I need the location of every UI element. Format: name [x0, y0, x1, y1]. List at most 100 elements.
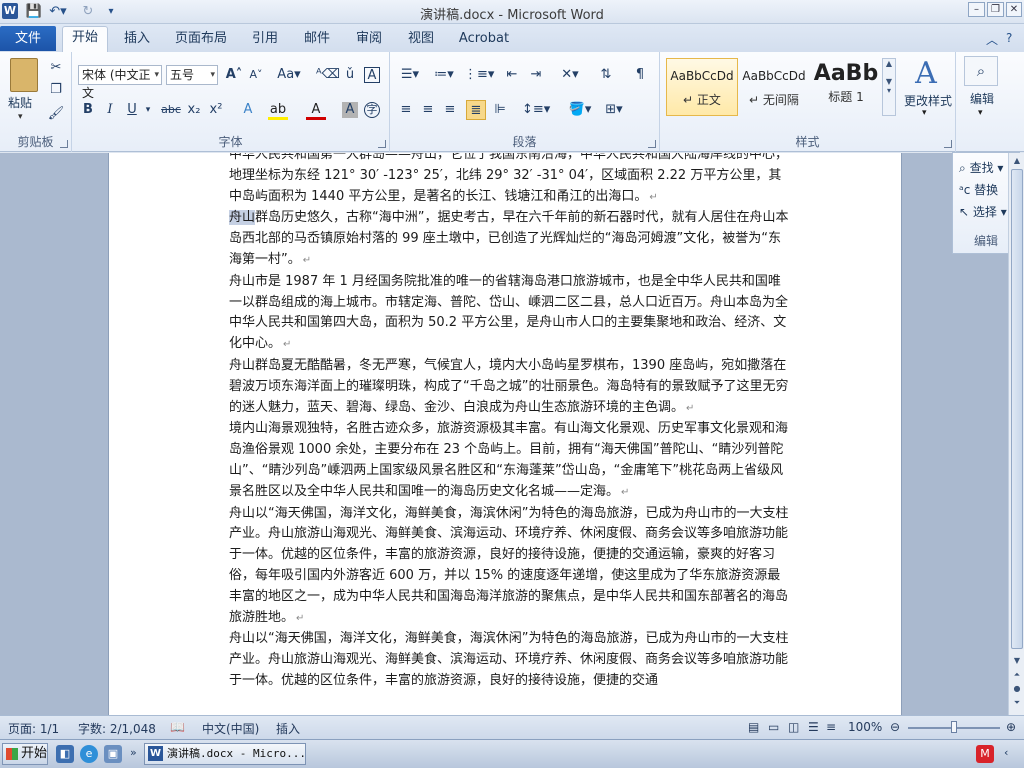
- tab-references[interactable]: 引用: [244, 28, 286, 52]
- shading-icon[interactable]: 🪣▾: [566, 100, 594, 120]
- font-launcher-icon[interactable]: [378, 140, 386, 148]
- increase-indent-icon[interactable]: ⇥: [526, 65, 546, 85]
- tab-insert[interactable]: 插入: [116, 28, 158, 52]
- doc-paragraph-2[interactable]: 舟山群岛历史悠久，古称“海中洲”，据史考古，早在六千年前的新石器时代，就有人居住…: [229, 208, 789, 271]
- zoom-in-icon[interactable]: ⊕: [1006, 720, 1016, 734]
- character-border-icon[interactable]: A: [364, 67, 380, 83]
- editing-dropdown-icon[interactable]: ▾: [978, 108, 983, 118]
- text-effects-icon[interactable]: A: [238, 100, 258, 120]
- page-count[interactable]: 页面: 1/1: [8, 720, 59, 737]
- bullets-icon[interactable]: ☰▾: [396, 65, 424, 85]
- draft-view-icon[interactable]: ≡: [826, 720, 836, 734]
- align-center-icon[interactable]: ≡: [418, 100, 438, 120]
- align-left-icon[interactable]: ≡: [396, 100, 416, 120]
- show-desktop-icon[interactable]: ◧: [56, 745, 74, 763]
- minimize-button[interactable]: –: [968, 2, 985, 17]
- zoom-slider-knob[interactable]: [951, 721, 957, 733]
- change-case-icon[interactable]: Aa▾: [276, 65, 302, 85]
- distributed-icon[interactable]: ⊫: [490, 100, 510, 120]
- shrink-font-icon[interactable]: A˅: [246, 65, 266, 85]
- editing-button[interactable]: 编辑: [960, 90, 1004, 107]
- help-icon[interactable]: ?: [1006, 31, 1012, 45]
- bold-icon[interactable]: B: [78, 100, 98, 120]
- language-indicator[interactable]: 中文(中国): [202, 720, 259, 737]
- cut-icon[interactable]: ✂: [46, 58, 66, 78]
- doc-paragraph-5[interactable]: 境内山海景观独特，名胜古迹众多，旅游资源极其丰富。有山海文化景观、历史军事文化景…: [229, 419, 789, 503]
- font-size-dropdown[interactable]: 五号 ▾: [166, 65, 218, 85]
- highlight-color-icon[interactable]: ab: [268, 100, 288, 120]
- font-color-icon[interactable]: A: [306, 100, 326, 120]
- restore-button[interactable]: ❐: [987, 2, 1004, 17]
- superscript-icon[interactable]: x²: [206, 100, 226, 120]
- doc-paragraph-1[interactable]: 中华人民共和国第一大群岛——舟山，它位于我国东南沿海，中华人民共和国大陆海岸线的…: [229, 153, 789, 208]
- word-count[interactable]: 字数: 2/1,048: [78, 720, 156, 737]
- print-layout-view-icon[interactable]: ▤: [748, 720, 759, 734]
- binoculars-icon[interactable]: ⌕: [964, 56, 998, 86]
- tab-acrobat[interactable]: Acrobat: [452, 28, 516, 52]
- phonetic-guide-icon[interactable]: ǔ: [340, 65, 360, 85]
- format-painter-icon[interactable]: 🖌: [46, 104, 66, 124]
- subscript-icon[interactable]: x₂: [184, 100, 204, 120]
- document-content[interactable]: 中华人民共和国第一大群岛——舟山，它位于我国东南沿海，中华人民共和国大陆海岸线的…: [229, 153, 789, 692]
- styles-launcher-icon[interactable]: [944, 140, 952, 148]
- tab-home[interactable]: 开始: [62, 26, 108, 52]
- replace-button[interactable]: ᵃc 替换: [959, 181, 998, 198]
- scroll-up-icon[interactable]: ▲: [1011, 155, 1023, 167]
- tab-view[interactable]: 视图: [400, 28, 442, 52]
- tab-mailings[interactable]: 邮件: [296, 28, 338, 52]
- doc-paragraph-6[interactable]: 舟山以“海天佛国，海洋文化，海鲜美食，海滨休闲”为特色的海岛旅游，已成为舟山市的…: [229, 504, 789, 630]
- browse-object-icon[interactable]: ●: [1011, 683, 1023, 695]
- zoom-level[interactable]: 100%: [848, 720, 882, 734]
- decrease-indent-icon[interactable]: ⇤: [502, 65, 522, 85]
- quick-launch-icon[interactable]: ▣: [104, 745, 122, 763]
- borders-icon[interactable]: ⊞▾: [600, 100, 628, 120]
- web-layout-icon[interactable]: ◫: [788, 720, 799, 734]
- clipboard-launcher-icon[interactable]: [60, 140, 68, 148]
- style-heading-1[interactable]: AaBb 标题 1: [810, 58, 882, 116]
- multilevel-list-icon[interactable]: ⋮≡▾: [464, 65, 494, 85]
- grow-font-icon[interactable]: A˄: [224, 65, 244, 85]
- scroll-thumb[interactable]: [1011, 169, 1023, 649]
- character-shading-icon[interactable]: A: [342, 102, 358, 118]
- doc-paragraph-7[interactable]: 舟山以“海天佛国，海洋文化，海鲜美食，海滨休闲”为特色的海岛旅游，已成为舟山市的…: [229, 629, 789, 691]
- insert-mode[interactable]: 插入: [276, 720, 300, 737]
- close-button[interactable]: ✕: [1006, 2, 1022, 17]
- doc-paragraph-4[interactable]: 舟山群岛夏无酷酷暑，冬无严寒，气候宜人，境内大小岛屿星罗棋布，1390 座岛屿，…: [229, 356, 789, 419]
- start-button[interactable]: 开始: [2, 743, 48, 765]
- chinese-layout-icon[interactable]: ✕▾: [556, 65, 584, 85]
- tab-review[interactable]: 审阅: [348, 28, 390, 52]
- sort-icon[interactable]: ⇅: [596, 65, 616, 85]
- quick-launch-more-icon[interactable]: »: [130, 746, 137, 759]
- font-name-dropdown[interactable]: 宋体 (中文正文 ▾: [78, 65, 162, 100]
- tray-expand-icon[interactable]: ‹: [1004, 746, 1008, 759]
- outline-view-icon[interactable]: ☰: [808, 720, 819, 734]
- scroll-down-icon[interactable]: ▼: [1011, 655, 1023, 667]
- justify-icon[interactable]: ≣: [466, 100, 486, 120]
- next-page-icon[interactable]: ⏷: [1011, 697, 1023, 709]
- change-styles-dropdown-icon[interactable]: ▾: [922, 108, 927, 118]
- internet-explorer-icon[interactable]: e: [80, 745, 98, 763]
- doc-paragraph-3[interactable]: 舟山市是 1987 年 1 月经国务院批准的唯一的省辖海岛港口旅游城市，也是全中…: [229, 272, 789, 356]
- paragraph-launcher-icon[interactable]: [648, 140, 656, 148]
- numbering-icon[interactable]: ≔▾: [430, 65, 458, 85]
- styles-scroll-icon[interactable]: ▲ ▼ ▾: [882, 58, 896, 116]
- paste-button[interactable]: 粘贴: [8, 94, 32, 111]
- show-formatting-marks-icon[interactable]: ¶: [630, 65, 650, 85]
- full-screen-reading-icon[interactable]: ▭: [768, 720, 779, 734]
- vertical-scrollbar[interactable]: ▲ ▼ ⏶ ● ⏷: [1008, 153, 1024, 715]
- align-right-icon[interactable]: ≡: [440, 100, 460, 120]
- zoom-out-icon[interactable]: ⊖: [890, 720, 900, 734]
- tab-page-layout[interactable]: 页面布局: [168, 28, 234, 52]
- document-page[interactable]: 中华人民共和国第一大群岛——舟山，它位于我国东南沿海，中华人民共和国大陆海岸线的…: [108, 153, 902, 715]
- tray-app-icon[interactable]: M: [976, 745, 994, 763]
- clear-formatting-icon[interactable]: ᴬ⌫: [316, 65, 340, 85]
- minimize-ribbon-icon[interactable]: ︿: [986, 31, 998, 48]
- change-styles-button[interactable]: 更改样式: [898, 92, 958, 109]
- select-button[interactable]: ↖ 选择 ▾: [959, 203, 1007, 220]
- selected-text[interactable]: 舟山: [229, 210, 256, 226]
- copy-icon[interactable]: ❐: [46, 80, 66, 100]
- paste-dropdown-icon[interactable]: ▾: [18, 112, 23, 122]
- enclose-characters-icon[interactable]: 字: [364, 102, 380, 118]
- tab-file[interactable]: 文件: [0, 26, 56, 51]
- strikethrough-icon[interactable]: abc: [160, 100, 182, 120]
